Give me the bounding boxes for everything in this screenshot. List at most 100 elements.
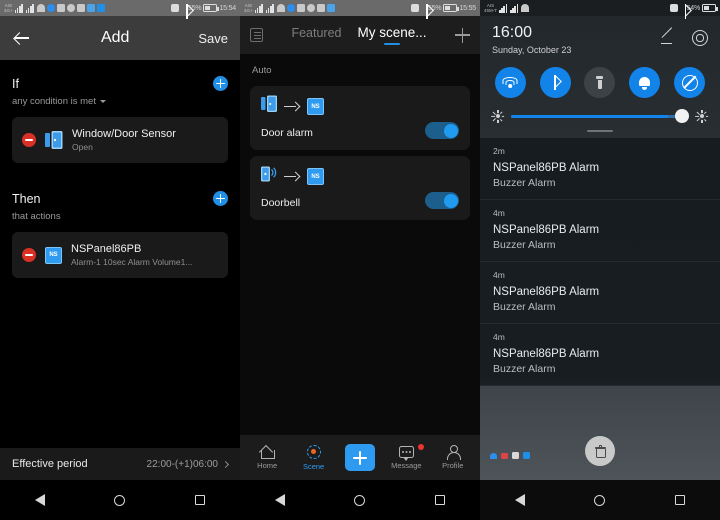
chevron-right-icon xyxy=(221,460,230,468)
edit-pencil-icon[interactable] xyxy=(660,30,676,46)
notification-time: 4m xyxy=(493,270,505,280)
action-device-state: Alarm-1 10sec Alarm Volume1... xyxy=(71,257,193,267)
tab-featured[interactable]: Featured xyxy=(291,26,341,45)
panel-scene-list: AIS 4G+ 55% 15:55 Featured My scene... A… xyxy=(240,0,480,520)
notification-body: Buzzer Alarm xyxy=(493,177,556,189)
add-action-button[interactable] xyxy=(213,191,228,206)
app-icon-2 xyxy=(56,4,65,12)
arrow-right-icon xyxy=(284,102,300,111)
nav-recents-button[interactable] xyxy=(435,495,446,505)
quick-toggle-bluetooth[interactable] xyxy=(539,67,571,98)
shade-actions xyxy=(660,30,708,46)
condition-device-info: Window/Door Sensor Open xyxy=(72,128,176,152)
scene-card-doorbell[interactable]: NS Doorbell xyxy=(250,156,470,220)
nav-back-button[interactable] xyxy=(274,494,285,506)
scene-toggle[interactable] xyxy=(425,192,459,209)
quick-settings-row xyxy=(480,55,720,98)
vibrate-icon xyxy=(171,4,180,12)
add-scene-button[interactable] xyxy=(455,27,470,43)
screenshot-icon xyxy=(512,452,519,459)
clear-all-button[interactable] xyxy=(585,436,615,466)
back-arrow-icon[interactable] xyxy=(12,28,32,48)
signal-bars-2-icon-3 xyxy=(510,3,519,13)
nav-item-message[interactable]: Message xyxy=(384,443,428,470)
action-card[interactable]: NS NSPanel86PB Alarm-1 10sec Alarm Volum… xyxy=(12,232,228,278)
clock-label: 15:54 xyxy=(219,4,236,12)
nav-item-home[interactable]: Home xyxy=(245,445,289,470)
clock-label-2: 15:55 xyxy=(459,4,476,12)
notification-title: NSPanel86PB Alarm xyxy=(493,348,600,360)
trash-icon xyxy=(594,445,606,458)
list-icon[interactable] xyxy=(250,28,263,42)
status-bar-right: 55% 15:54 xyxy=(171,4,236,19)
quick-toggle-dnd[interactable] xyxy=(674,67,706,98)
nav-home-button[interactable] xyxy=(354,494,366,506)
save-button[interactable]: Save xyxy=(198,31,228,46)
nav-recents-button[interactable] xyxy=(195,495,206,505)
quick-toggle-wifi[interactable] xyxy=(494,67,526,98)
app-icon-6 xyxy=(96,4,105,12)
shade-clock-block: 16:00 Sunday, October 23 xyxy=(492,24,571,55)
message-icon xyxy=(398,445,414,461)
condition-device-name: Window/Door Sensor xyxy=(72,128,176,140)
scene-card-door-alarm[interactable]: NS Door alarm xyxy=(250,86,470,150)
notification-item[interactable]: 4m NSPanel86PB Alarm Buzzer Alarm xyxy=(480,200,720,262)
nav-item-scene[interactable]: Scene xyxy=(292,444,336,471)
nav-label-scene: Scene xyxy=(302,461,325,471)
notification-item[interactable]: 4m NSPanel86PB Alarm Buzzer Alarm xyxy=(480,324,720,386)
chevron-down-icon xyxy=(99,100,106,103)
status-bar-right-2: 55% 15:55 xyxy=(411,4,476,19)
tab-my-scene[interactable]: My scene... xyxy=(358,25,427,45)
nav-label-message: Message xyxy=(391,460,422,470)
status-bar-left: AIS 4G+ xyxy=(4,3,171,13)
add-fab-icon[interactable] xyxy=(344,444,375,471)
carrier-label-2: AIS 4G+ xyxy=(244,3,253,13)
bluetooth-icon xyxy=(181,4,188,19)
nav-home-button[interactable] xyxy=(594,494,606,506)
nav-home-button[interactable] xyxy=(114,494,126,506)
status-bar-left-3: AIS 45M-T xyxy=(484,3,670,13)
gear-icon[interactable] xyxy=(692,30,708,46)
android-nav-bar-panel3 xyxy=(480,480,720,520)
carrier-label: AIS 4G+ xyxy=(4,3,13,13)
nav-item-profile[interactable]: Profile xyxy=(431,445,475,470)
door-sensor-icon xyxy=(45,130,63,150)
brightness-slider[interactable] xyxy=(511,109,689,123)
brightness-high-icon xyxy=(695,109,709,123)
nav-recents-button[interactable] xyxy=(675,495,686,505)
notification-item[interactable]: 4m NSPanel86PB Alarm Buzzer Alarm xyxy=(480,262,720,324)
if-condition-selector[interactable]: any condition is met xyxy=(12,96,228,107)
notification-time: 2m xyxy=(493,146,505,156)
bluetooth-icon xyxy=(549,75,561,90)
panel-notification-shade: AIS 45M-T 54% 16:00 Sunday, October 23 2… xyxy=(480,0,720,520)
signal-bars-icon-3 xyxy=(499,3,508,13)
remove-action-button[interactable] xyxy=(22,248,36,262)
add-condition-button[interactable] xyxy=(213,76,228,91)
scene-icons-row: NS xyxy=(261,95,459,118)
notification-title: NSPanel86PB Alarm xyxy=(493,224,600,236)
then-section-title: Then xyxy=(12,191,41,206)
scene-top-bar: Featured My scene... xyxy=(240,16,480,54)
nav-back-button[interactable] xyxy=(34,494,45,506)
notification-title: NSPanel86PB Alarm xyxy=(493,162,600,174)
if-section-header: If xyxy=(12,76,228,91)
notification-item[interactable]: 2m NSPanel86PB Alarm Buzzer Alarm xyxy=(480,138,720,200)
profile-icon xyxy=(446,445,461,460)
nav-item-add[interactable] xyxy=(338,444,382,471)
signal-bars-2-icon xyxy=(25,3,35,13)
condition-device-state: Open xyxy=(72,142,93,152)
remove-condition-button[interactable] xyxy=(22,133,36,147)
do-not-disturb-icon xyxy=(681,74,698,91)
quick-toggle-ringer[interactable] xyxy=(629,67,661,98)
condition-card[interactable]: Window/Door Sensor Open xyxy=(12,117,228,163)
shade-time: 16:00 xyxy=(492,24,533,41)
ns-chip-icon: NS xyxy=(45,246,62,264)
quick-toggle-flashlight[interactable] xyxy=(584,67,616,98)
nav-back-button[interactable] xyxy=(514,494,525,506)
wifi-icon-2 xyxy=(276,4,285,12)
effective-period-row[interactable]: Effective period 22:00-(+1)06:00 xyxy=(0,448,240,480)
scene-icons-row: NS xyxy=(261,165,459,188)
if-condition-label: any condition is met xyxy=(12,96,96,107)
shade-grabber[interactable] xyxy=(587,130,613,132)
scene-toggle[interactable] xyxy=(425,122,459,139)
